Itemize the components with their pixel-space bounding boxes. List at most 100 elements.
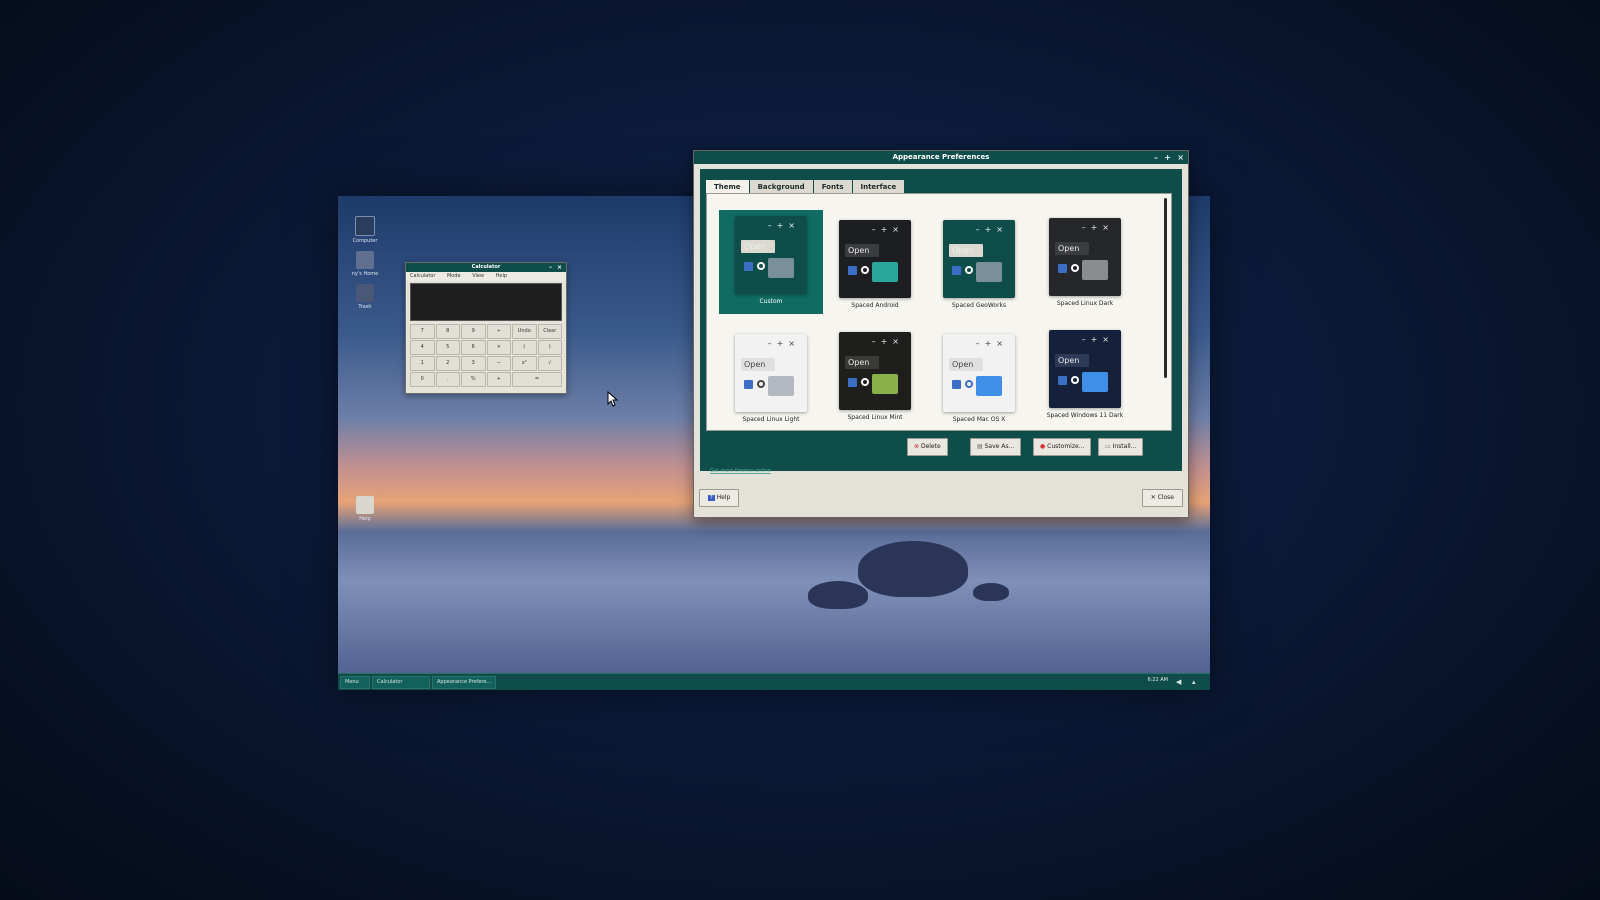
calculator-key[interactable]: − [486, 356, 511, 371]
delete-icon: ⊗ [914, 443, 920, 450]
save-as-button[interactable]: ▤ Save As... [970, 438, 1022, 456]
maximize-icon[interactable]: + [1164, 151, 1171, 164]
more-themes-link[interactable]: Get more themes online [710, 468, 771, 474]
radio-icon [757, 262, 765, 270]
calculator-key[interactable]: × [486, 340, 511, 355]
folder-icon [976, 262, 1002, 282]
calculator-key[interactable]: . [435, 372, 460, 387]
calculator-key[interactable]: + [486, 372, 511, 387]
menu-calculator[interactable]: Calculator [410, 273, 435, 279]
taskbar-item-calculator[interactable]: Calculator [372, 676, 430, 689]
checkbox-icon [848, 378, 857, 387]
calculator-key[interactable]: % [461, 372, 486, 387]
help-icon [356, 496, 374, 514]
help-button[interactable]: ? Help [699, 489, 740, 507]
close-icon[interactable]: × [1177, 151, 1184, 164]
trash-desktop-icon[interactable]: Trash [345, 284, 385, 310]
theme-name: Spaced Linux Light [742, 416, 800, 423]
calculator-key[interactable]: ( [512, 340, 537, 355]
folder-icon [1082, 372, 1108, 392]
calculator-key[interactable]: 2 [435, 356, 460, 371]
calculator-key[interactable]: ÷ [486, 324, 511, 339]
customize-button[interactable]: ● Customize... [1033, 438, 1092, 456]
calculator-key[interactable]: Undo [512, 324, 537, 339]
calculator-key[interactable]: 7 [410, 324, 435, 339]
tab-fonts[interactable]: Fonts [813, 180, 852, 194]
home-desktop-icon[interactable]: ny's Home [345, 251, 385, 277]
minimize-icon[interactable]: – [549, 263, 552, 272]
theme-item[interactable]: –+× Open Spaced Mac OS X [927, 328, 1031, 432]
clock: 6:22 AM [1147, 677, 1168, 683]
window-controls-icon: –+× [1081, 223, 1114, 232]
menu-view[interactable]: View [472, 273, 484, 279]
help-label: Help [716, 494, 731, 501]
open-button-preview: Open [845, 244, 879, 257]
tab-interface[interactable]: Interface [852, 180, 905, 194]
delete-button[interactable]: ⊗ Delete [907, 438, 948, 456]
install-button[interactable]: ▭ Install... [1098, 438, 1144, 456]
theme-preview: –+× Open [735, 334, 807, 412]
calculator-key[interactable]: x² [512, 356, 537, 371]
theme-item[interactable]: –+× Open Spaced Windows 11 Dark [1033, 324, 1137, 428]
calculator-key[interactable]: = [512, 372, 562, 387]
calculator-key[interactable]: 6 [461, 340, 486, 355]
calculator-key[interactable]: ) [537, 340, 562, 355]
theme-item[interactable]: –+× Open Custom [719, 210, 823, 314]
theme-item[interactable]: –+× Open Spaced Linux Dark [1033, 212, 1137, 316]
open-button-preview: Open [845, 356, 879, 369]
window-controls-icon: –+× [975, 339, 1008, 348]
computer-desktop-icon[interactable]: Computer [345, 216, 385, 244]
window-controls-icon: –+× [975, 225, 1008, 234]
calculator-keypad: 7 8 9 ÷ Undo Clear 4 5 6 ×() 1 2 3− x² √ 0.% + = [410, 324, 562, 387]
calculator-key[interactable]: 3 [461, 356, 486, 371]
theme-list-scrollbar[interactable] [1164, 198, 1167, 378]
folder-icon [1082, 260, 1108, 280]
close-button[interactable]: ✕ Close [1141, 489, 1183, 507]
desktop-icon-label: Computer [352, 238, 378, 244]
tab-background[interactable]: Background [749, 180, 813, 194]
menu-button[interactable]: Menu [340, 676, 370, 689]
theme-preview: –+× Open [735, 216, 807, 294]
calculator-titlebar[interactable]: Calculator – × [406, 263, 566, 272]
calculator-key[interactable]: 9 [461, 324, 486, 339]
window-controls-icon: –+× [767, 221, 800, 230]
menu-mode[interactable]: Mode [447, 273, 461, 279]
network-icon[interactable]: ▴ [1192, 678, 1198, 686]
appearance-preferences-window: Appearance Preferences – + × Theme Backgr… [693, 150, 1189, 518]
menu-help[interactable]: Help [496, 273, 507, 279]
theme-name: Spaced Android [851, 302, 899, 309]
theme-name: Spaced GeoWorks [951, 302, 1007, 309]
theme-item[interactable]: –+× Open Spaced Linux Mint [823, 326, 927, 430]
calculator-key[interactable]: 8 [435, 324, 460, 339]
taskbar-item-appearance[interactable]: Appearance Prefere... [432, 676, 496, 689]
checkbox-icon [744, 262, 753, 271]
theme-item[interactable]: –+× Open Spaced Linux Light [719, 328, 823, 432]
calculator-key[interactable]: 4 [410, 340, 435, 355]
open-button-preview: Open [741, 358, 775, 371]
calculator-display[interactable] [410, 283, 562, 321]
calculator-key[interactable]: Clear [537, 324, 562, 339]
theme-item[interactable]: –+× Open Spaced Android [823, 214, 927, 318]
theme-name: Spaced Linux Dark [1056, 300, 1114, 307]
theme-list: –+× Open Custom –+× Open Spaced Android –+× Ope… [706, 193, 1172, 431]
volume-icon[interactable]: ◀ [1176, 678, 1182, 686]
theme-item[interactable]: –+× Open Spaced GeoWorks [927, 214, 1031, 318]
desktop-icon-label: Trash [358, 304, 372, 310]
install-label: Install... [1112, 443, 1137, 450]
prefs-titlebar[interactable]: Appearance Preferences – + × [694, 151, 1188, 164]
theme-name: Spaced Windows 11 Dark [1046, 412, 1124, 419]
folder-icon [768, 376, 794, 396]
calculator-key[interactable]: √ [537, 356, 562, 371]
folder-icon [768, 258, 794, 278]
calculator-key[interactable]: 5 [435, 340, 460, 355]
window-controls-icon: –+× [1081, 335, 1114, 344]
theme-name: Custom [759, 298, 783, 305]
close-icon[interactable]: × [557, 263, 562, 272]
checkbox-icon [744, 380, 753, 389]
help-desktop-icon[interactable]: Help [345, 496, 385, 522]
calculator-key[interactable]: 1 [410, 356, 435, 371]
calculator-key[interactable]: 0 [410, 372, 435, 387]
open-button-preview: Open [741, 240, 775, 253]
tab-theme[interactable]: Theme [706, 180, 749, 194]
minimize-icon[interactable]: – [1154, 151, 1158, 164]
